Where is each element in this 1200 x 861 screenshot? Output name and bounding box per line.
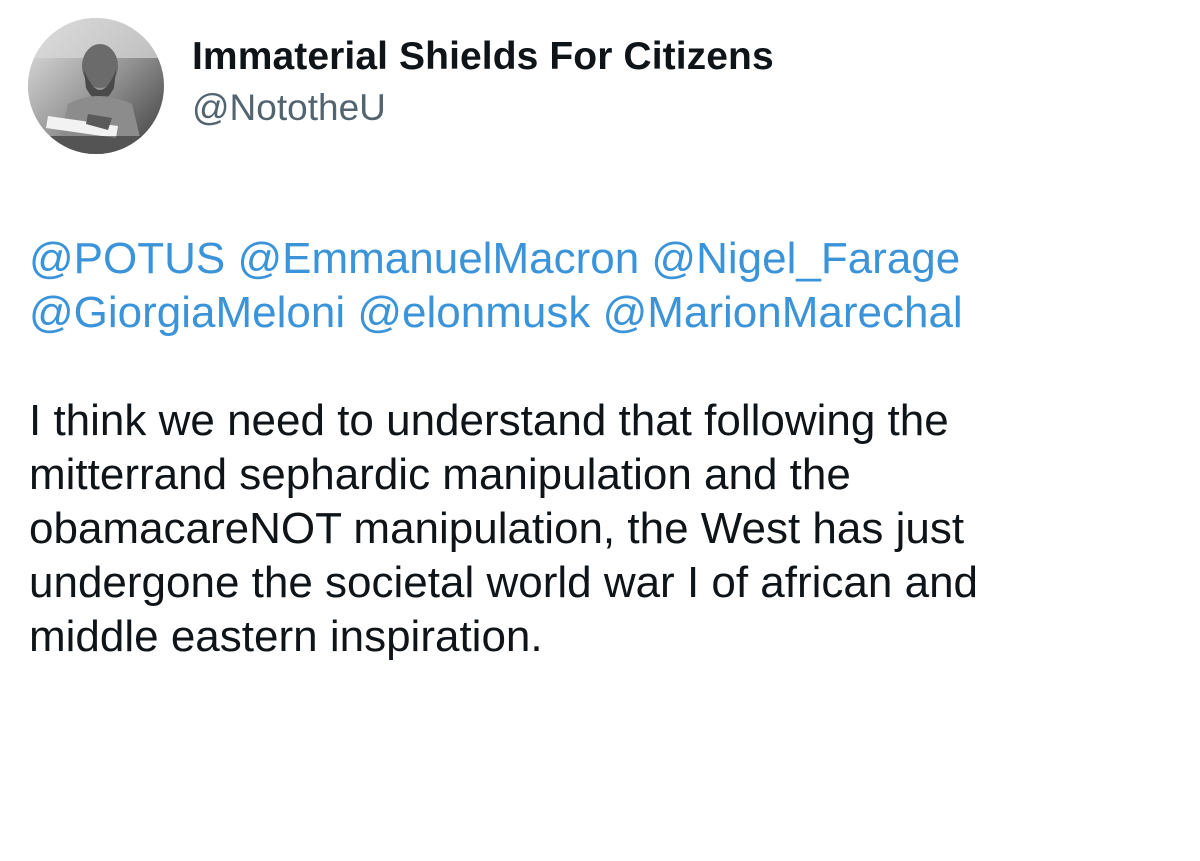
author-names: Immaterial Shields For Citizens @Notothe… <box>192 34 774 132</box>
tweet-header: Immaterial Shields For Citizens @Notothe… <box>28 18 774 154</box>
avatar[interactable] <box>28 18 164 154</box>
mentions-line-2: @GiorgiaMeloni @elonmusk @MarionMarechal <box>29 286 1189 340</box>
body-line: obamacareNOT manipulation, the West has … <box>29 504 965 553</box>
tweet: Immaterial Shields For Citizens @Notothe… <box>0 0 1200 861</box>
mention-link[interactable]: @Nigel_Farage <box>651 234 960 283</box>
body-line: I think we need to understand that follo… <box>29 396 949 445</box>
mention-link[interactable]: @elonmusk <box>357 288 590 337</box>
mention-link[interactable]: @GiorgiaMeloni <box>29 288 345 337</box>
body-line: middle eastern inspiration. <box>29 612 543 661</box>
body-line: undergone the societal world war I of af… <box>29 558 979 607</box>
display-name[interactable]: Immaterial Shields For Citizens <box>192 34 774 80</box>
tweet-body: I think we need to understand that follo… <box>29 394 1189 664</box>
body-line: mitterrand sephardic manipulation and th… <box>29 450 851 499</box>
mention-link[interactable]: @MarionMarechal <box>603 288 963 337</box>
mention-link[interactable]: @EmmanuelMacron <box>237 234 639 283</box>
tweet-text: @POTUS @EmmanuelMacron @Nigel_Farage @Gi… <box>29 232 1189 664</box>
mentions-line-1: @POTUS @EmmanuelMacron @Nigel_Farage <box>29 232 1189 286</box>
mention-link[interactable]: @POTUS <box>29 234 225 283</box>
user-handle[interactable]: @NototheU <box>192 84 774 132</box>
profile-photo-icon <box>28 18 164 154</box>
